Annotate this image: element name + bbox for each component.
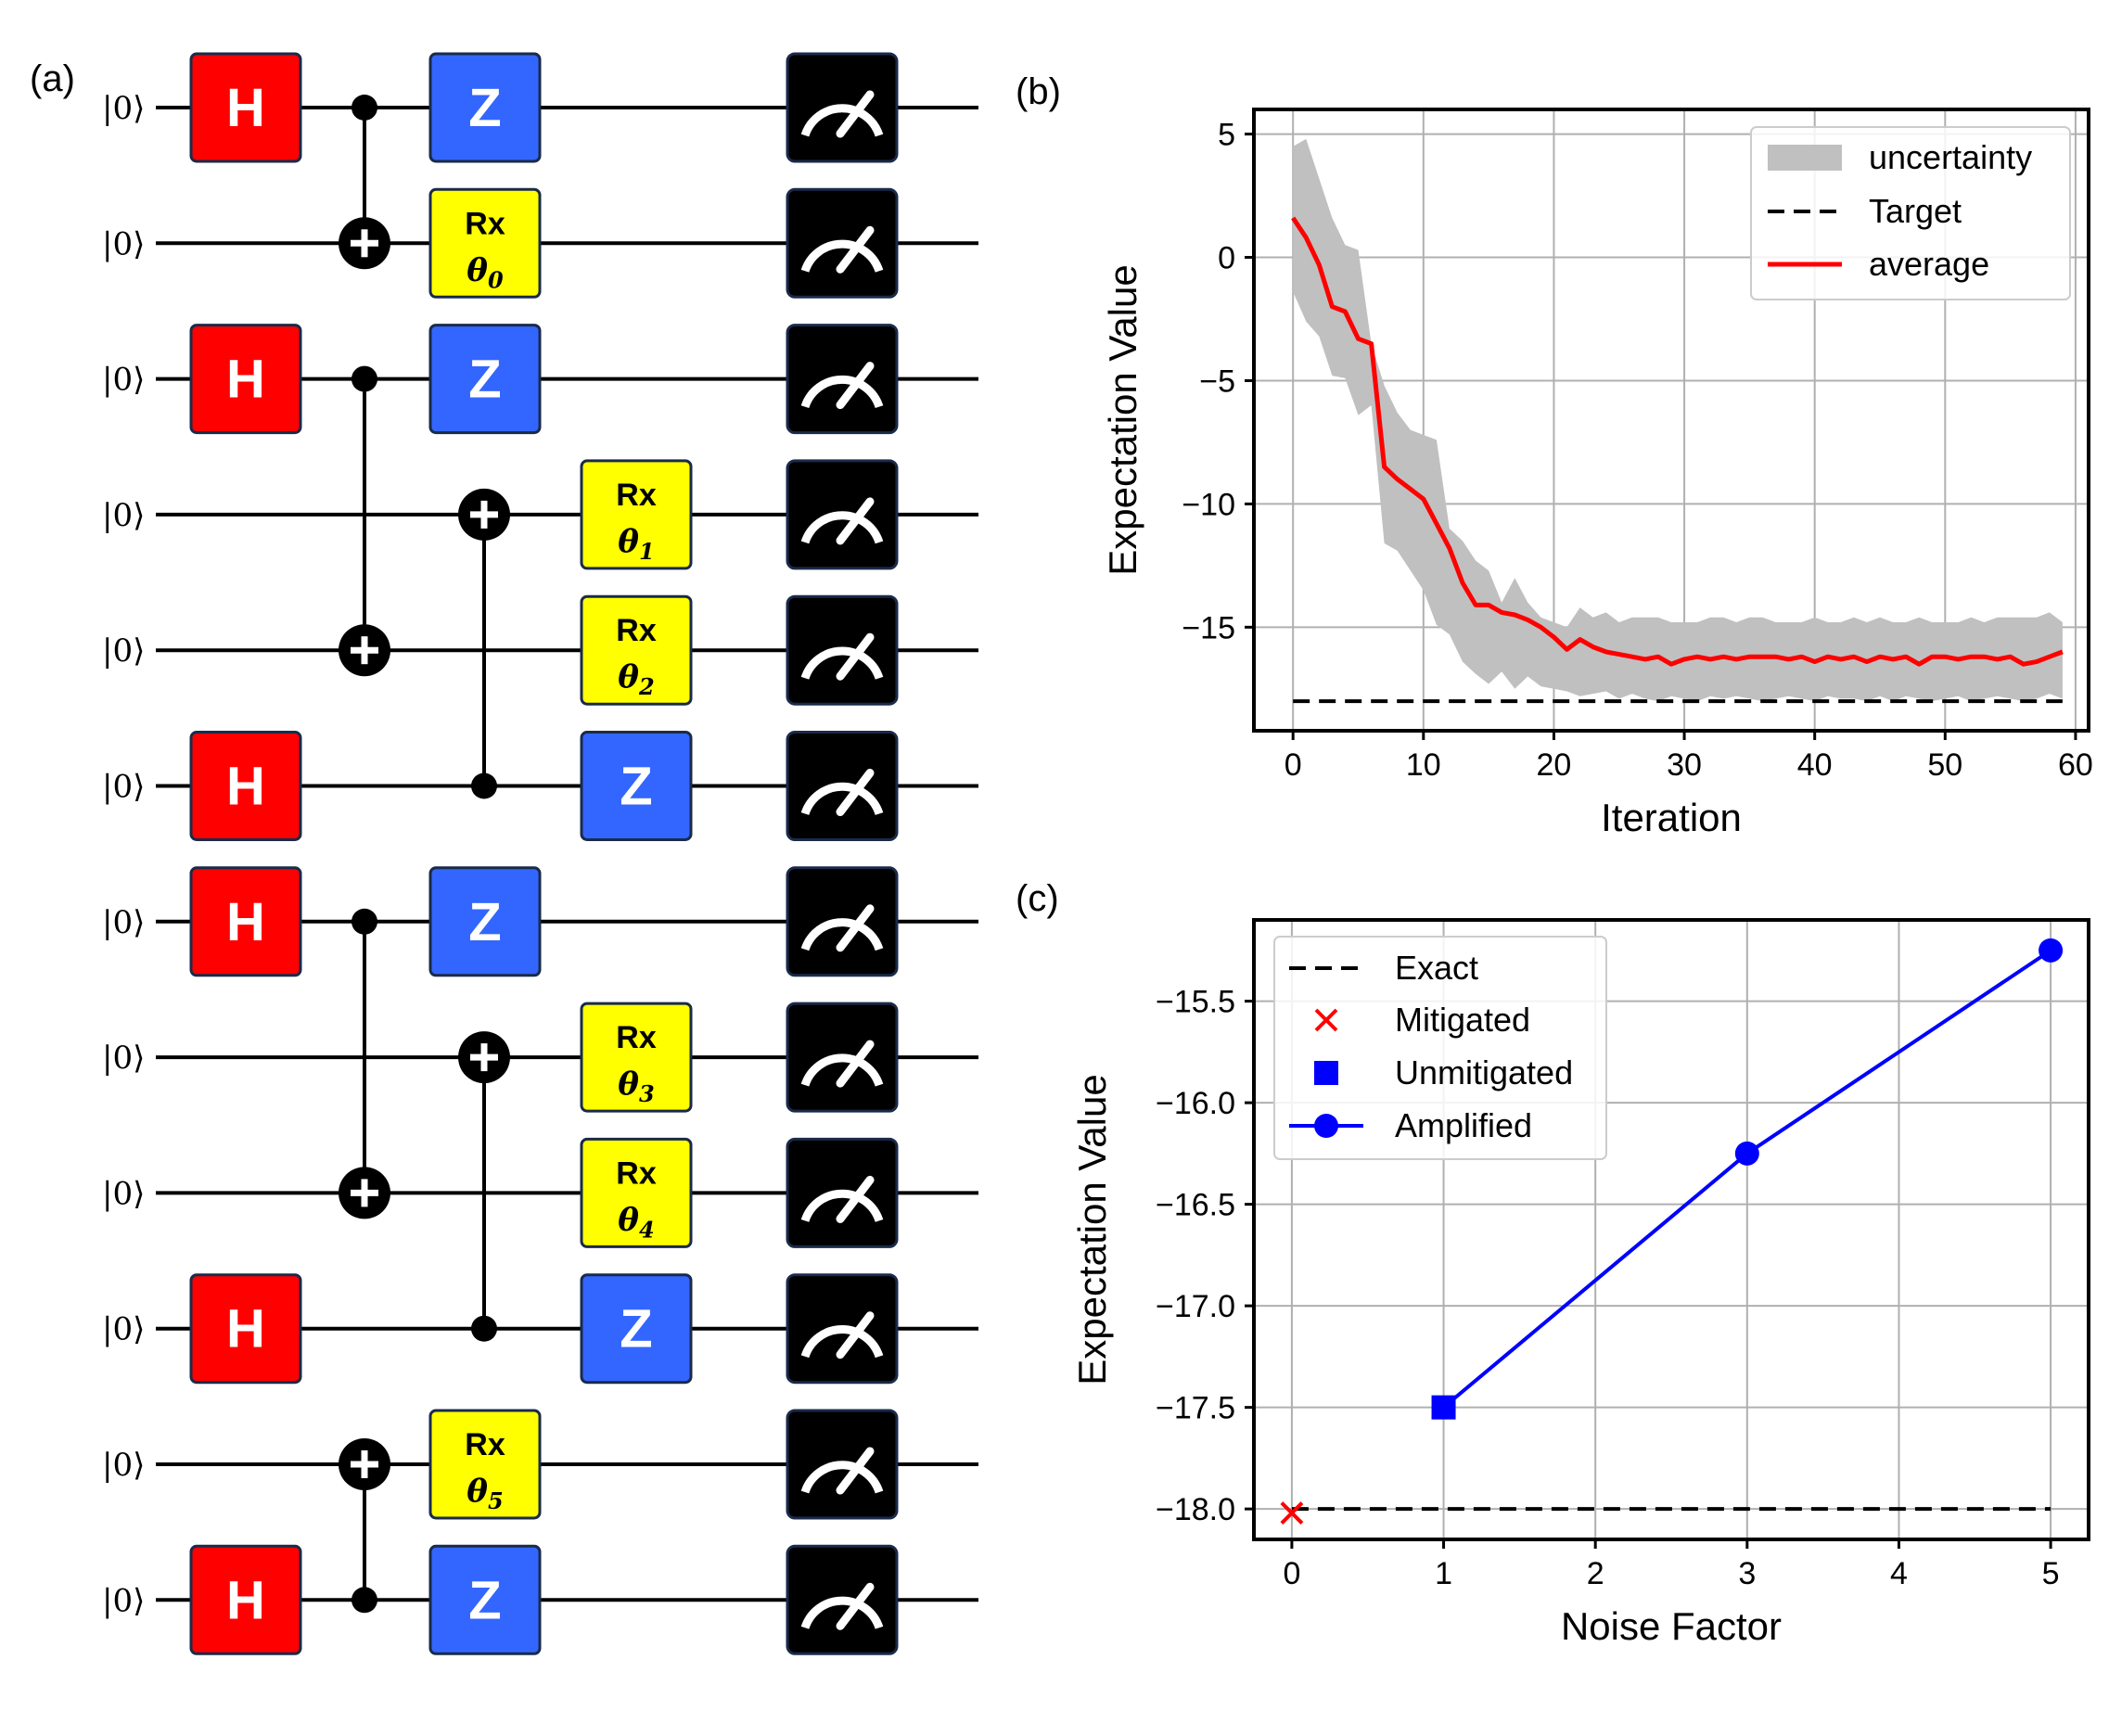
h-gate-label: H xyxy=(226,350,265,410)
y-axis-label: Expectation Value xyxy=(1101,264,1144,575)
y-tick-label: −15 xyxy=(1182,610,1235,645)
quantum-circuit: |0⟩ |0⟩ |0⟩ |0⟩ |0⟩ |0⟩ |0⟩ |0⟩ |0⟩ |0⟩ |0⟩ |0⟩ H H H H… xyxy=(102,52,978,1655)
ket-label: |0⟩ xyxy=(102,1582,145,1619)
y-tick-label: 0 xyxy=(1218,241,1235,276)
theta-symbol: θ xyxy=(618,1201,639,1238)
panel-label-a: (a) xyxy=(30,58,75,99)
x-axis-label: Noise Factor xyxy=(1561,1604,1782,1648)
y-tick-label: −5 xyxy=(1199,364,1235,399)
ket-label: |0⟩ xyxy=(102,1311,145,1348)
x-tick-label: 2 xyxy=(1587,1556,1604,1591)
theta-symbol: θ xyxy=(467,251,488,288)
y-axis-label: Expectation Value xyxy=(1070,1074,1114,1385)
z-gate-label: Z xyxy=(468,350,501,410)
ket-label: |0⟩ xyxy=(102,225,145,262)
cnot-control-dot xyxy=(471,1315,497,1342)
amplified-point xyxy=(2039,938,2064,963)
x-tick-label: 4 xyxy=(1890,1556,1908,1591)
legend-label: Target xyxy=(1869,192,1962,230)
legend: uncertainty Target average xyxy=(1750,126,2071,300)
cnot-control-dot xyxy=(352,95,377,121)
x-tick-label: 1 xyxy=(1435,1556,1452,1591)
ket-label: |0⟩ xyxy=(102,904,145,941)
h-gate-label: H xyxy=(226,1570,265,1630)
y-tick-label: −10 xyxy=(1182,487,1235,522)
x-tick-label: 5 xyxy=(2042,1556,2060,1591)
unmitigated-point xyxy=(1431,1395,1456,1420)
figure-svg: |0⟩ |0⟩ |0⟩ |0⟩ |0⟩ |0⟩ |0⟩ |0⟩ |0⟩ |0⟩ |0⟩ |0⟩ H H H H… xyxy=(30,52,2093,1655)
y-tick-label: −15.5 xyxy=(1156,985,1235,1020)
x-tick-label: 30 xyxy=(1667,747,1702,783)
theta-index: 4 xyxy=(639,1216,655,1243)
theta-symbol: θ xyxy=(618,1066,639,1103)
legend-label: average xyxy=(1869,245,1989,283)
x-tick-label: 3 xyxy=(1738,1556,1756,1591)
x-axis-label: Iteration xyxy=(1601,796,1742,839)
ket-label: |0⟩ xyxy=(102,497,145,534)
h-gate-label: H xyxy=(226,78,265,138)
x-tick-label: 10 xyxy=(1406,747,1441,783)
cnot-control-dot xyxy=(352,365,377,392)
rx-gate-label: Rx xyxy=(465,206,505,241)
theta-index: 5 xyxy=(488,1487,504,1514)
theta-index: 1 xyxy=(639,538,655,565)
cnot-control-dot xyxy=(471,772,497,799)
rx-gate-label: Rx xyxy=(616,1155,657,1191)
legend-label: Mitigated xyxy=(1395,1001,1530,1039)
legend-swatch-unmitigated xyxy=(1314,1061,1338,1085)
legend-label: Amplified xyxy=(1395,1106,1532,1144)
panel-label-b: (b) xyxy=(1016,71,1061,112)
ket-label: |0⟩ xyxy=(102,1040,145,1077)
x-tick-label: 40 xyxy=(1797,747,1833,783)
legend-label: uncertainty xyxy=(1869,138,2032,176)
rx-gate-label: Rx xyxy=(616,1020,657,1055)
theta-symbol: θ xyxy=(618,523,639,560)
chart-b: 0 10 20 30 40 50 6050−5−10−15IterationExpectat… xyxy=(1101,108,2093,839)
z-gate-label: Z xyxy=(468,78,501,138)
y-tick-label: −18.0 xyxy=(1156,1492,1235,1527)
legend-label: Unmitigated xyxy=(1395,1053,1573,1091)
y-tick-label: −16.0 xyxy=(1156,1086,1235,1121)
ket-label: |0⟩ xyxy=(102,1447,145,1484)
h-gate-label: H xyxy=(226,1299,265,1359)
h-gate-label: H xyxy=(226,892,265,952)
legend-swatch-uncertainty xyxy=(1768,145,1842,171)
y-tick-label: −16.5 xyxy=(1156,1188,1235,1223)
z-gate-label: Z xyxy=(468,892,501,952)
x-tick-label: 50 xyxy=(1927,747,1962,783)
x-tick-label: 0 xyxy=(1283,1556,1300,1591)
panel-label-c: (c) xyxy=(1016,878,1059,919)
theta-index: 3 xyxy=(639,1080,655,1107)
ket-label: |0⟩ xyxy=(102,769,145,806)
theta-symbol: θ xyxy=(467,1473,488,1510)
z-gate-label: Z xyxy=(620,757,652,817)
x-tick-label: 20 xyxy=(1537,747,1572,783)
legend-label: Exact xyxy=(1395,949,1478,987)
x-tick-label: 60 xyxy=(2058,747,2093,783)
z-gate-label: Z xyxy=(620,1299,652,1359)
rx-gate-label: Rx xyxy=(616,478,657,513)
h-gate-label: H xyxy=(226,757,265,817)
theta-index: 0 xyxy=(488,266,504,293)
x-tick-label: 0 xyxy=(1285,747,1302,783)
amplified-point xyxy=(1734,1141,1759,1166)
theta-index: 2 xyxy=(638,673,655,700)
theta-symbol: θ xyxy=(618,658,639,696)
ket-label: |0⟩ xyxy=(102,90,145,127)
y-tick-label: 5 xyxy=(1218,118,1235,153)
y-tick-label: −17.5 xyxy=(1156,1391,1235,1426)
legend-swatch-amplified-marker xyxy=(1314,1114,1338,1138)
cnot-control-dot xyxy=(352,1587,377,1614)
y-tick-label: −17.0 xyxy=(1156,1289,1235,1324)
ket-label: |0⟩ xyxy=(102,632,145,670)
ket-label: |0⟩ xyxy=(102,1175,145,1212)
rx-gate-label: Rx xyxy=(616,613,657,648)
legend: Exact Mitigated Unmitigated Amplified xyxy=(1273,936,1607,1160)
ket-label: |0⟩ xyxy=(102,362,145,399)
z-gate-label: Z xyxy=(468,1570,501,1630)
rx-gate-label: Rx xyxy=(465,1427,505,1462)
chart-c: 0 1 2 3 4 5 −15.5 −16.0 −16.5 −17.0 −17.5 −18.0 Nois… xyxy=(1070,918,2090,1648)
cnot-control-dot xyxy=(352,908,377,935)
